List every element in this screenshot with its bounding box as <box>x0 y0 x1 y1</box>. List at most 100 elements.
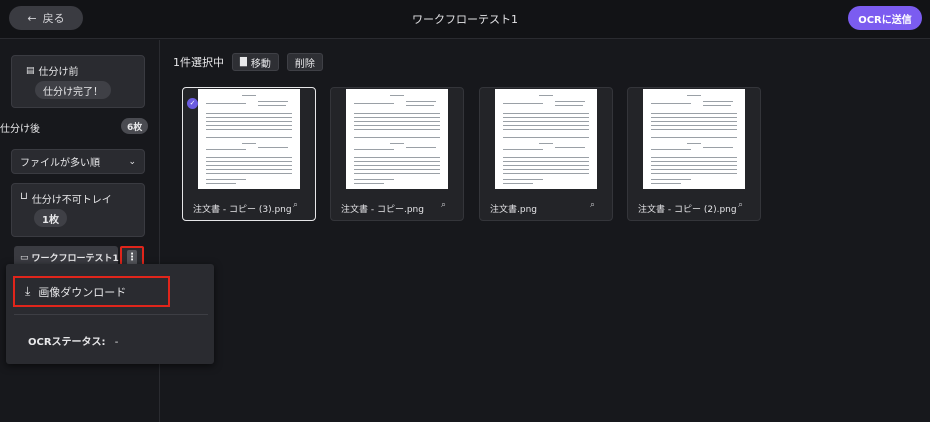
document-line <box>651 137 737 138</box>
document-line <box>206 137 292 138</box>
document-preview <box>346 89 448 189</box>
document-line <box>503 117 589 118</box>
document-line <box>651 149 691 150</box>
document-line <box>703 101 733 102</box>
document-line <box>555 147 585 148</box>
document-line <box>503 157 589 158</box>
document-line <box>390 143 404 144</box>
tray-count: 1枚 <box>34 209 67 227</box>
file-icon: ▇ <box>240 57 247 67</box>
document-line <box>258 105 286 106</box>
document-line <box>354 179 394 180</box>
document-preview <box>198 89 300 189</box>
document-line <box>503 183 533 184</box>
document-line <box>503 161 589 162</box>
document-line <box>206 179 246 180</box>
document-line <box>651 183 681 184</box>
tray-icon: ⊔ <box>20 191 28 202</box>
file-thumbnail[interactable]: 注文書 - コピー (2).png ⌕ <box>627 87 761 221</box>
sort-order-select[interactable]: ファイルが多い順 ⌄ <box>11 149 145 174</box>
document-line <box>258 101 288 102</box>
after-sort-label: 仕分け後 <box>0 124 40 135</box>
document-line <box>555 101 585 102</box>
document-line <box>503 113 589 114</box>
main-area: 1件選択中 ▇ 移動 削除 ✓ 注文書 - コピー (3).png ⌕ 注文書 - コ… <box>161 40 930 422</box>
document-line <box>206 157 292 158</box>
document-line <box>651 173 737 174</box>
document-line <box>354 169 440 170</box>
document-line <box>539 143 553 144</box>
document-line <box>354 173 440 174</box>
file-thumbnail[interactable]: ✓ 注文書 - コピー (3).png ⌕ <box>182 87 316 221</box>
inbox-icon: ▤ <box>26 65 35 76</box>
sort-order-value: ファイルが多い順 <box>20 158 100 169</box>
file-name: 注文書.png <box>490 205 537 215</box>
document-line <box>651 113 737 114</box>
ocr-status: OCRステータス: - <box>28 333 118 348</box>
document-preview <box>643 89 745 189</box>
more-vertical-icon: ⋮ <box>127 250 137 265</box>
move-button[interactable]: ▇ 移動 <box>232 53 279 71</box>
file-name: 注文書 - コピー.png <box>341 205 424 215</box>
document-line <box>687 143 701 144</box>
zoom-icon[interactable]: ⌕ <box>738 200 743 210</box>
file-thumbnail[interactable]: 注文書 - コピー.png ⌕ <box>330 87 464 221</box>
document-line <box>651 117 737 118</box>
document-line <box>503 125 589 126</box>
before-sort-header: ▤ 仕分け前 <box>26 63 79 79</box>
document-line <box>206 121 292 122</box>
document-preview <box>495 89 597 189</box>
zoom-icon[interactable]: ⌕ <box>293 200 298 210</box>
document-line <box>206 161 292 162</box>
document-line <box>503 103 543 104</box>
after-sort-count: 6枚 <box>121 118 149 134</box>
move-label: 移動 <box>250 58 271 70</box>
before-sort-label: 仕分け前 <box>38 67 79 78</box>
ocr-status-value: - <box>114 337 119 348</box>
document-line <box>503 149 543 150</box>
document-line <box>503 169 589 170</box>
document-line <box>651 161 737 162</box>
document-line <box>406 101 436 102</box>
ocr-status-label: OCRステータス: <box>28 337 106 348</box>
document-line <box>206 113 292 114</box>
file-thumbnail[interactable]: 注文書.png ⌕ <box>479 87 613 221</box>
app-header: ← 戻る ワークフローテスト1 OCRに送信 <box>0 0 930 39</box>
send-ocr-button[interactable]: OCRに送信 <box>848 6 922 30</box>
document-line <box>539 95 553 96</box>
document-line <box>242 95 256 96</box>
selection-count: 1件選択中 <box>173 56 224 69</box>
document-line <box>503 165 589 166</box>
document-line <box>503 173 589 174</box>
zoom-icon[interactable]: ⌕ <box>441 200 446 210</box>
document-line <box>703 105 731 106</box>
document-line <box>354 137 440 138</box>
document-line <box>651 165 737 166</box>
document-line <box>354 117 440 118</box>
before-sort-card[interactable]: ▤ 仕分け前 仕分け完了！ <box>11 55 145 108</box>
document-line <box>354 157 440 158</box>
check-icon[interactable]: ✓ <box>187 98 198 109</box>
document-line <box>206 173 292 174</box>
document-line <box>206 149 246 150</box>
document-line <box>354 121 440 122</box>
download-images-item[interactable]: ⤓ 画像ダウンロード <box>13 276 170 307</box>
printer-icon: ▭ <box>20 252 29 263</box>
document-line <box>258 147 288 148</box>
file-name: 注文書 - コピー (3).png <box>193 205 292 215</box>
file-name: 注文書 - コピー (2).png <box>638 205 737 215</box>
unsortable-tray-card[interactable]: ⊔ 仕分け不可トレイ 1枚 <box>11 183 145 237</box>
document-line <box>687 95 701 96</box>
document-line <box>206 169 292 170</box>
workflow-label: ワークフローテスト1 <box>31 254 119 264</box>
document-line <box>503 121 589 122</box>
selection-toolbar: 1件選択中 ▇ 移動 削除 <box>173 52 323 72</box>
document-line <box>390 95 404 96</box>
document-line <box>406 147 436 148</box>
document-line <box>651 169 737 170</box>
tray-label: 仕分け不可トレイ <box>31 195 112 206</box>
document-line <box>555 105 583 106</box>
document-line <box>651 121 737 122</box>
delete-button[interactable]: 削除 <box>286 53 323 71</box>
zoom-icon[interactable]: ⌕ <box>590 200 595 210</box>
